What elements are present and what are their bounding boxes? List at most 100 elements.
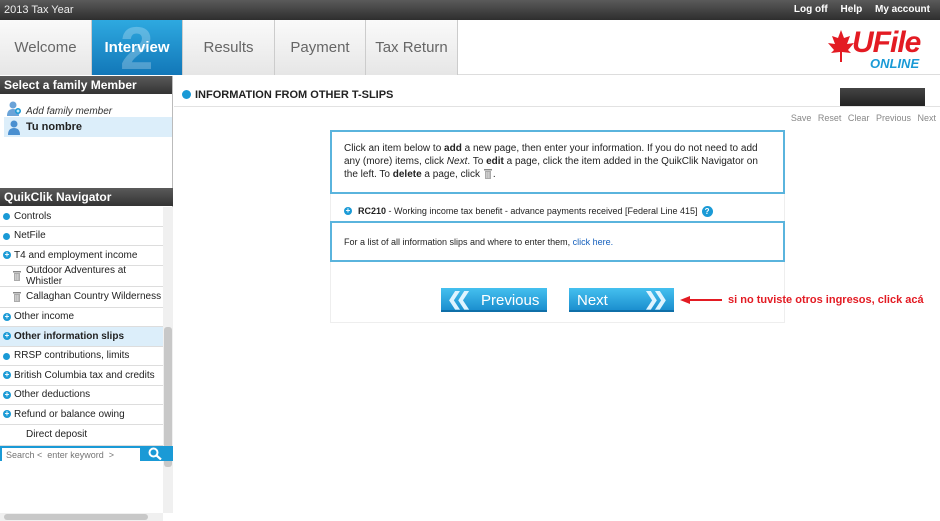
tab-welcome[interactable]: Welcome xyxy=(0,20,92,75)
clear-link[interactable]: Clear xyxy=(848,113,870,123)
trash-icon xyxy=(483,169,492,179)
instructions-box: Click an item below to add a new page, t… xyxy=(330,130,785,194)
tax-year-label: 2013 Tax Year xyxy=(4,4,74,16)
next-link[interactable]: Next xyxy=(917,113,936,123)
person-icon xyxy=(8,120,20,135)
instructions-text: . To xyxy=(467,156,487,167)
instructions-next: Next xyxy=(446,156,468,167)
save-link[interactable]: Save xyxy=(791,113,812,123)
nav-item-label: Controls xyxy=(14,210,52,222)
instructions-text: . xyxy=(492,169,496,180)
instructions-text: a page, click xyxy=(421,169,483,180)
tab-interview-label: Interview xyxy=(104,39,170,56)
bullet-icon xyxy=(3,232,10,240)
previous-button-label: Previous xyxy=(481,292,540,309)
help-link[interactable]: Help xyxy=(841,4,863,15)
account-links: Log off Help My account xyxy=(784,4,930,15)
navigator-header: QuikClik Navigator xyxy=(0,188,173,206)
my-account-link[interactable]: My account xyxy=(875,4,930,15)
nav-item-label: Refund or balance owing xyxy=(14,408,125,420)
nav-item-label: Callaghan Country Wilderness Adv xyxy=(26,291,163,302)
title-divider xyxy=(174,106,940,107)
page-title: INFORMATION FROM OTHER T-SLIPS xyxy=(182,89,393,101)
nav-item-label: RRSP contributions, limits xyxy=(14,350,130,362)
nav-item-other-deductions[interactable]: + Other deductions xyxy=(0,386,163,405)
nav-item-outdoor-adventures[interactable]: Outdoor Adventures at Whistler xyxy=(0,264,163,287)
add-family-member[interactable]: Add family member xyxy=(4,96,169,118)
trash-icon[interactable] xyxy=(12,291,22,302)
click-here-link[interactable]: click here. xyxy=(573,237,614,247)
search-icon[interactable] xyxy=(148,447,162,460)
trash-icon[interactable] xyxy=(12,270,22,281)
scrollbar-thumb[interactable] xyxy=(4,514,148,520)
tab-payment[interactable]: Payment xyxy=(275,20,366,75)
nav-item-t4[interactable]: + T4 and employment income xyxy=(0,246,163,266)
nav-item-label: T4 and employment income xyxy=(14,249,138,261)
add-plus-icon: + xyxy=(344,206,352,215)
rc210-item[interactable]: + RC210 - Working income tax benefit - a… xyxy=(344,206,713,217)
double-chevron-left-icon: ❮❮ xyxy=(447,289,471,309)
previous-link[interactable]: Previous xyxy=(876,113,911,123)
search-input[interactable] xyxy=(2,448,140,461)
nav-item-controls[interactable]: Controls xyxy=(0,207,163,227)
tab-interview[interactable]: 2 Interview xyxy=(92,15,183,82)
page-title-text: INFORMATION FROM OTHER T-SLIPS xyxy=(195,89,394,101)
nav-item-label: Outdoor Adventures at Whistler xyxy=(26,264,127,287)
expand-plus-icon: + xyxy=(3,370,11,379)
nav-item-direct-deposit[interactable]: Direct deposit xyxy=(0,425,163,446)
annotation-text: si no tuviste otros ingresos, click acá xyxy=(728,294,924,306)
dark-header-box xyxy=(840,88,925,106)
log-off-link[interactable]: Log off xyxy=(794,4,828,15)
nav-item-refund[interactable]: + Refund or balance owing xyxy=(0,405,163,425)
help-icon[interactable]: ? xyxy=(701,206,713,217)
double-chevron-right-icon: ❯❯ xyxy=(643,289,668,309)
logo-sub: ONLINE xyxy=(870,56,920,71)
expand-plus-icon: + xyxy=(3,409,11,418)
nav-item-other-information-slips[interactable]: + Other information slips xyxy=(0,327,163,347)
next-button[interactable]: Next ❯❯ xyxy=(569,288,674,312)
logo-brand: UFile xyxy=(852,26,921,59)
instructions-add: add xyxy=(444,143,462,154)
tab-tax-return[interactable]: Tax Return xyxy=(366,20,458,75)
tab-payment-label: Payment xyxy=(290,39,350,56)
expand-plus-icon: + xyxy=(3,389,11,399)
nav-item-label: Other information slips xyxy=(14,330,125,342)
main-tabs: Welcome 2 Interview Results Payment Tax … xyxy=(0,15,940,82)
sidebar: Select a family Member Add family member… xyxy=(0,76,173,521)
tab-results-label: Results xyxy=(203,39,254,56)
navigator-vertical-scrollbar[interactable] xyxy=(163,207,173,513)
instructions-edit: edit xyxy=(486,156,504,167)
red-arrow-icon xyxy=(680,296,722,304)
add-family-member-label: Add family member xyxy=(26,106,113,117)
rc210-code: RC210 xyxy=(358,206,387,216)
slips-info-box: For a list of all information slips and … xyxy=(330,221,785,262)
title-bullet-icon xyxy=(182,90,191,99)
bullet-icon xyxy=(3,352,10,360)
navigator-horizontal-scrollbar[interactable] xyxy=(0,513,163,521)
expand-plus-icon: + xyxy=(3,250,11,259)
quikclik-navigator: Controls NetFile + T4 and employment inco… xyxy=(0,207,163,513)
main-content: INFORMATION FROM OTHER T-SLIPS Save Rese… xyxy=(174,76,940,461)
ufile-logo: UFile ONLINE xyxy=(826,26,934,74)
instructions-text: Click an item below to xyxy=(344,143,445,154)
tab-tax-return-label: Tax Return xyxy=(375,39,448,56)
tab-results[interactable]: Results xyxy=(183,20,275,75)
nav-item-netfile[interactable]: NetFile xyxy=(0,227,163,246)
page-actions: Save Reset Clear Previous Next xyxy=(787,113,936,123)
tab-welcome-label: Welcome xyxy=(14,39,77,56)
instructions-delete: delete xyxy=(392,169,422,180)
search-bar xyxy=(0,446,173,461)
nav-item-label: British Columbia tax and credits xyxy=(14,369,155,381)
expand-plus-icon: + xyxy=(3,331,11,340)
family-member-current[interactable]: Tu nombre xyxy=(4,117,172,137)
slips-info-text: For a list of all information slips and … xyxy=(344,237,573,247)
nav-item-bc-tax[interactable]: + British Columbia tax and credits xyxy=(0,366,163,386)
previous-button[interactable]: ❮❮ Previous xyxy=(441,288,547,312)
nav-item-label: NetFile xyxy=(14,230,46,242)
nav-item-rrsp[interactable]: RRSP contributions, limits xyxy=(0,347,163,366)
reset-link[interactable]: Reset xyxy=(818,113,842,123)
add-person-icon xyxy=(7,101,21,116)
nav-item-label: Direct deposit xyxy=(26,429,88,440)
nav-item-other-income[interactable]: + Other income xyxy=(0,308,163,327)
nav-item-callaghan-country[interactable]: Callaghan Country Wilderness Adv xyxy=(0,287,163,308)
